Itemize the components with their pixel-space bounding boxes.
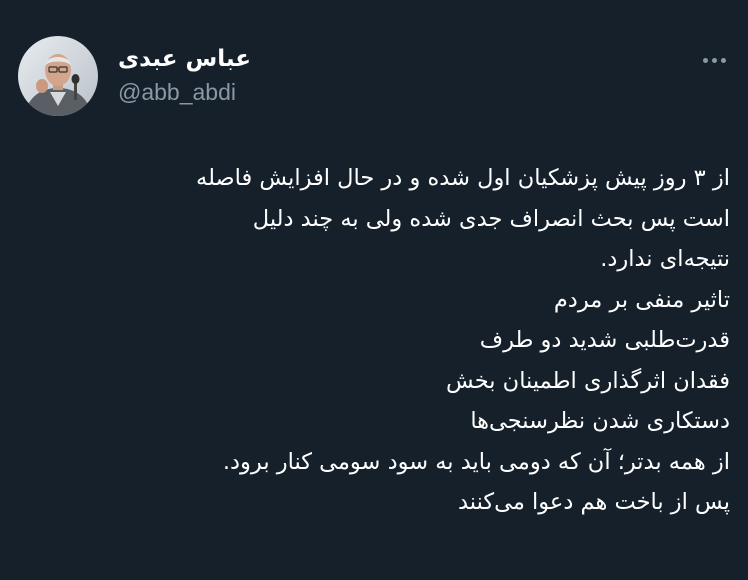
- tweet-text-line: پس از باخت هم دعوا می‌کنند: [457, 489, 730, 515]
- tweet-text-line: فقدان اثرگذاری اطمینان بخش: [446, 367, 730, 394]
- avatar-photo: [18, 36, 98, 116]
- avatar[interactable]: [18, 36, 98, 116]
- author-handle[interactable]: @abb_abdi: [118, 76, 251, 108]
- author-display-name[interactable]: عباس عبدی: [118, 44, 251, 74]
- tweet-text-line: نتیجه‌ای ندارد.: [600, 246, 730, 272]
- tweet-card: عباس عبدی @abb_abdi از ۳ روز پیش پزشکیان…: [0, 0, 748, 580]
- tweet-text-line: قدرت‌طلبی شدید دو طرف: [479, 327, 730, 353]
- more-options-button[interactable]: [696, 50, 732, 70]
- more-horizontal-icon: [702, 57, 726, 63]
- author-info: عباس عبدی @abb_abdi: [118, 44, 251, 108]
- tweet-text-line: تاثیر منفی بر مردم: [553, 286, 730, 313]
- tweet-text-line: از ۳ روز پیش پزشکیان اول شده و در حال اف…: [196, 165, 730, 191]
- tweet-text: از ۳ روز پیش پزشکیان اول شده و در حال اف…: [30, 158, 730, 523]
- tweet-text-line: دستکاری شدن نظرسنجی‌ها: [470, 408, 730, 434]
- tweet-text-line: از همه بدتر؛ آن که دومی باید به سود سومی…: [222, 448, 730, 475]
- tweet-text-line: است پس بحث انصراف جدی شده ولی به چند دلی…: [252, 205, 730, 232]
